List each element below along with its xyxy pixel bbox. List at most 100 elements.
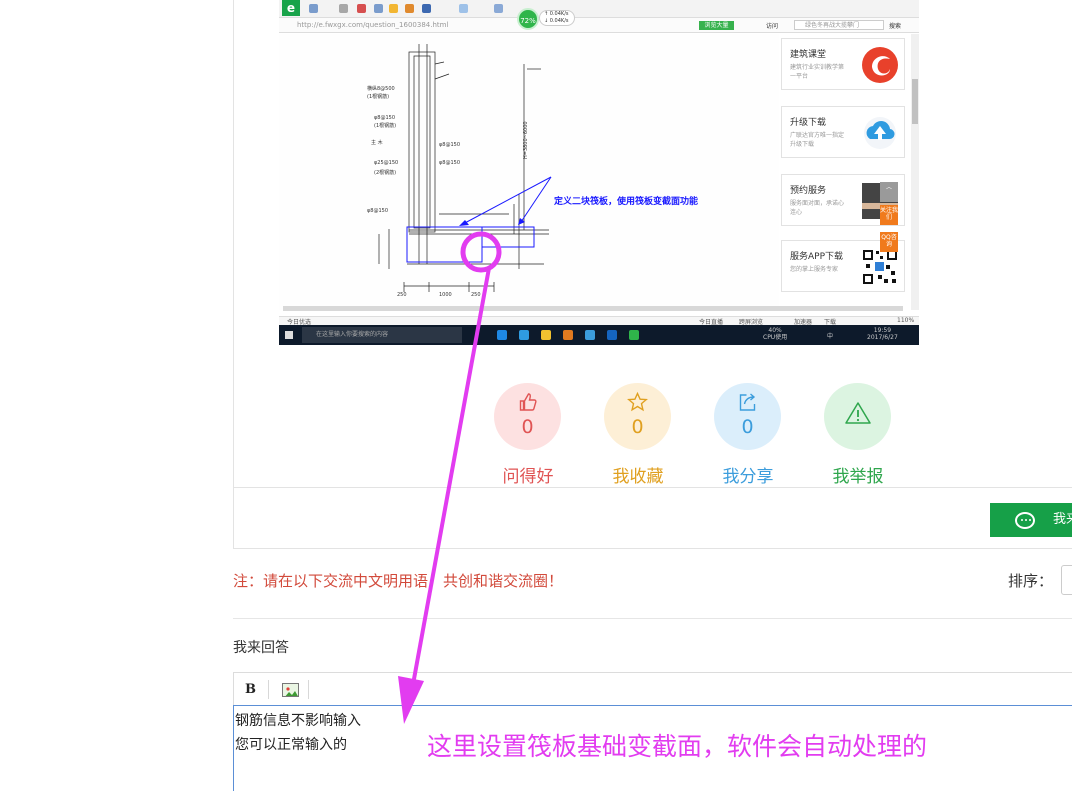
tray-lang: 中 (827, 333, 834, 340)
browser-task-icon (629, 330, 639, 340)
chat-bubble-icon (1015, 512, 1035, 529)
content-left-border (233, 0, 234, 548)
svg-text:(2根钢筋): (2根钢筋) (374, 169, 396, 176)
inner-scroll-thumb (912, 79, 918, 124)
star-icon (627, 392, 648, 412)
svg-text:250: 250 (471, 292, 481, 298)
favorite-label[interactable]: 我收藏 (593, 462, 683, 487)
sidebar-card-classroom[interactable]: 建筑课堂 建筑行业实训教学第一平台 (781, 38, 905, 90)
inner-hscrollbar (283, 306, 903, 311)
civility-notice: 注：请在以下交流中文明用语，共创和谐交流圈！ (233, 572, 564, 590)
svg-text:(1根钢筋): (1根钢筋) (374, 122, 396, 129)
back-to-top-icon[interactable]: ︿ (880, 182, 898, 202)
sidebar-card-upgrade[interactable]: 升级下载 广联达官方唯一指定升级下载 (781, 106, 905, 158)
glodon-g-icon (607, 330, 617, 340)
construction-drawing: 横纵8@500 (1根钢筋) φ8@150 (1根钢筋) 主 木 φ8@150 … (279, 34, 779, 310)
image-glyph (285, 687, 298, 696)
cpu-label: CPU使用 (763, 334, 788, 341)
taskbar-clock: 19:59 2017/6/27 (867, 327, 898, 341)
answer-action-box (233, 487, 1072, 549)
like-label[interactable]: 问得好 (483, 462, 573, 487)
qr-code-icon (862, 249, 898, 285)
taskbar-search: 在这里输入你要搜索的内容 (302, 327, 462, 343)
sort-select[interactable] (1061, 565, 1072, 595)
svg-text:φ8@150: φ8@150 (374, 115, 395, 121)
browser-search-button[interactable]: 搜索 (889, 21, 901, 30)
clock-date: 2017/6/27 (867, 334, 898, 341)
card-title: 预约服务 (790, 186, 827, 196)
speed-up: ↑ 0.04K/s (544, 11, 569, 17)
svg-text:φ8@150: φ8@150 (367, 208, 388, 214)
network-speed: ↑ 0.04K/s ↓ 0.04K/s (539, 10, 575, 26)
site-sidebar: 建筑课堂 建筑行业实训教学第一平台 升级下载 广联达官方唯一指定升级下载 预约服… (779, 34, 909, 310)
cpu-usage: 40% CPU使用 (763, 327, 787, 341)
browser-search-input[interactable]: 绿色冬再战大揽攀门 (794, 20, 884, 30)
qq-consult-button[interactable]: QQ咨询 (880, 232, 898, 252)
card-desc: 建筑行业实训教学第一平台 (790, 64, 845, 80)
glodon-logo-icon (862, 47, 898, 83)
card-title: 升级下载 (790, 118, 827, 128)
cloud-upload-icon (864, 117, 896, 149)
browser-logo-icon: e (282, 0, 300, 16)
windows-taskbar: 在这里输入你要搜索的内容 40% CPU使用 中 19:59 2017/6/27 (279, 325, 919, 345)
editor-toolbar: B (233, 672, 1072, 705)
share-label[interactable]: 我分享 (703, 462, 793, 487)
tools-icon (494, 4, 503, 13)
browser-toolbar: e (279, 0, 919, 18)
favorite-button[interactable]: 0 (604, 383, 671, 450)
report-label[interactable]: 我举报 (813, 462, 903, 487)
nav-button[interactable]: 浏览大量 (699, 21, 734, 30)
windows-start-icon (285, 331, 293, 339)
favorite-icon (389, 4, 398, 13)
zoom-level: 110% (897, 317, 915, 324)
svg-text:主 木: 主 木 (371, 139, 383, 146)
cpu-value: 40% (768, 327, 782, 334)
like-count: 0 (521, 416, 534, 438)
back-icon (309, 4, 318, 13)
bold-button[interactable]: B (245, 682, 256, 697)
share-count: 0 (741, 416, 754, 438)
card-desc: 您的掌上服务专家 (790, 266, 839, 273)
store-icon (519, 330, 529, 340)
answer-button[interactable]: 我来 (990, 503, 1072, 537)
warning-icon (845, 402, 871, 424)
drawing-callout: 定义二块筏板，使用筏板变截面功能 (554, 197, 699, 207)
url-text: http://e.fwxgx.com/question_1600384.html (297, 21, 449, 29)
svg-text:1000: 1000 (439, 292, 452, 298)
answer-section-title: 我来回答 (233, 640, 289, 656)
question-screenshot-image: e http://e.fwxgx.com/question_1600384.ht… (279, 0, 919, 345)
speed-down: ↓ 0.04K/s (544, 18, 569, 24)
thumbs-up-icon (519, 393, 537, 411)
like-button[interactable]: 0 (494, 383, 561, 450)
share-icon (739, 393, 756, 411)
page-icon (374, 4, 383, 13)
insert-image-icon[interactable] (282, 683, 299, 697)
home-icon (405, 4, 414, 13)
edge-icon (497, 330, 507, 340)
card-title: 服务APP下载 (790, 252, 844, 262)
toolbar-separator (308, 680, 309, 699)
report-button[interactable] (824, 383, 891, 450)
app-icon (585, 330, 595, 340)
editor-line-1: 钢筋信息不影响输入 (235, 713, 361, 729)
card-desc: 广联达官方唯一指定升级下载 (790, 132, 845, 148)
undo-icon (422, 4, 431, 13)
cpu-badge: 72% (517, 8, 539, 30)
favorite-count: 0 (631, 416, 644, 438)
divider (233, 618, 1072, 619)
explorer-icon (541, 330, 551, 340)
refresh-icon (339, 4, 348, 13)
inner-scrollbar (911, 34, 919, 310)
share-button[interactable]: 0 (714, 383, 781, 450)
annotation-text: 这里设置筏板基础变截面，软件会自动处理的 (427, 732, 928, 761)
svg-text:250: 250 (397, 292, 407, 298)
svg-text:H=3800~6000: H=3800~6000 (523, 121, 529, 159)
follow-us-button[interactable]: 关注我们 (880, 205, 898, 225)
visit-button[interactable]: 访问 (766, 21, 778, 30)
cloud-icon (459, 4, 468, 13)
address-bar[interactable]: http://e.fwxgx.com/question_1600384.html… (279, 18, 919, 33)
card-title: 建筑课堂 (790, 50, 827, 60)
answer-button-label: 我来 (1053, 512, 1072, 527)
app-icon (563, 330, 573, 340)
svg-text:φ25@150: φ25@150 (374, 160, 398, 166)
